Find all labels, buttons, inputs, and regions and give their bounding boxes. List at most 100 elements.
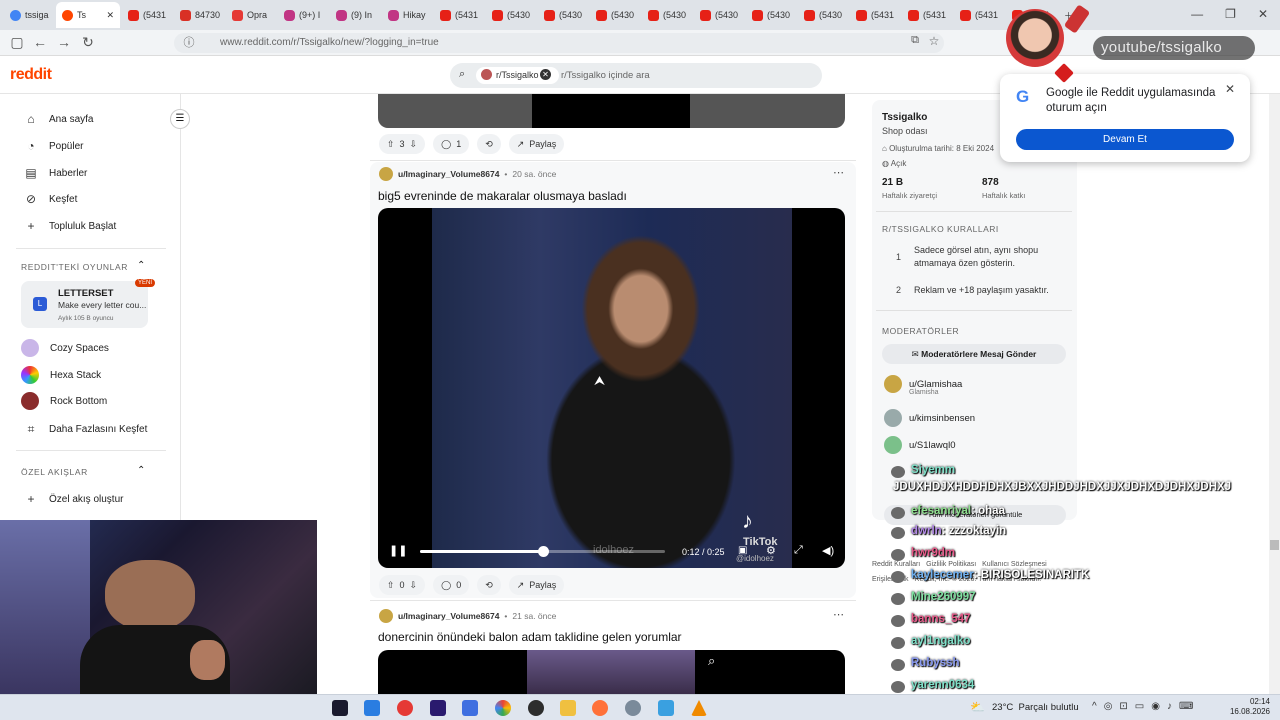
zoom-search-icon[interactable]: ⌕ (708, 653, 715, 669)
maximize-icon[interactable]: ❐ (1225, 7, 1236, 21)
upvote-icon[interactable]: ⇧ (387, 580, 395, 591)
share-button[interactable]: ↗ Paylaş (508, 575, 565, 595)
vote-control[interactable]: ⇧ 0 ⇩ (379, 575, 426, 595)
weather-text[interactable]: 23°C Parçalı bulutlu (992, 702, 1079, 713)
browser-tab[interactable]: (5431 (122, 2, 172, 28)
browser-tab[interactable]: (5430 (590, 2, 640, 28)
collapse-sidebar-icon[interactable]: ☰ (170, 109, 190, 129)
crosspost-button[interactable]: ⟲ (477, 134, 501, 154)
sidebar-item-start-community[interactable]: + Topluluk Başlat (24, 219, 116, 233)
moderator-item[interactable]: u/kimsinbensen (884, 409, 975, 427)
browser-tab[interactable]: Hikay (382, 2, 432, 28)
crosspost-button[interactable]: ⟲ (477, 575, 501, 595)
app-icon[interactable] (462, 700, 478, 716)
sidebar-game-rock-bottom[interactable]: Rock Bottom (21, 392, 107, 410)
bookmark-star-icon[interactable]: ☆ (925, 34, 943, 48)
browser-tab[interactable]: (5430 (538, 2, 588, 28)
sidebar-item-explore[interactable]: ⊘ Keşfet (24, 192, 77, 206)
browser-tab[interactable]: 84730 (174, 2, 224, 28)
chevron-up-icon[interactable]: ⌃ (137, 260, 145, 271)
rule-text[interactable]: Sadece görsel atın, aynı shopu atmamaya … (914, 244, 1054, 270)
create-custom-feed[interactable]: + Özel akış oluştur (24, 492, 123, 506)
browser-tab[interactable]: Ts ✕ (56, 2, 120, 28)
downvote-icon[interactable]: ⇩ (410, 580, 418, 591)
continue-button[interactable]: Devam Et (1016, 129, 1234, 150)
browser-tab[interactable]: (5430 (746, 2, 796, 28)
fullscreen-icon[interactable]: ⤢ (794, 544, 803, 557)
back-icon[interactable]: ← (31, 34, 49, 50)
clear-chip-icon[interactable]: ✕ (540, 69, 551, 80)
sidebar-game-cozy-spaces[interactable]: Cozy Spaces (21, 339, 109, 357)
more-options-icon[interactable]: ⋯ (833, 608, 844, 621)
browser-tab[interactable]: (5431 (850, 2, 900, 28)
sidebar-game-hexa-stack[interactable]: Hexa Stack (21, 366, 101, 384)
app-icon[interactable] (658, 700, 674, 716)
upvote-icon[interactable]: ⇧ (387, 139, 395, 150)
reload-icon[interactable]: ↻ (79, 34, 97, 51)
browser-tab[interactable]: (5430 (798, 2, 848, 28)
post-title[interactable]: donercinin önündeki balon adam taklidine… (378, 630, 682, 644)
share-button[interactable]: ↗ Paylaş (508, 134, 565, 154)
page-scrollbar[interactable] (1269, 94, 1280, 694)
comments-button[interactable]: ◯ 1 (433, 134, 470, 154)
edge-icon[interactable] (364, 700, 380, 716)
pause-icon[interactable]: ❚❚ (389, 544, 407, 557)
post-author[interactable]: u/Imaginary_Volume8674 (398, 169, 499, 179)
post-author[interactable]: u/Imaginary_Volume8674 (398, 611, 499, 621)
sidebar-explore-more-games[interactable]: ⌗ Daha Fazlasını Keşfet (24, 422, 148, 436)
browser-tab[interactable]: (5431 (954, 2, 1004, 28)
rule-text[interactable]: Reklam ve +18 paylaşım yasaktır. (914, 285, 1064, 295)
more-options-icon[interactable]: ⋯ (833, 166, 844, 179)
message-mods-button[interactable]: ✉ Moderatörlere Mesaj Gönder (882, 344, 1066, 364)
comments-button[interactable]: ◯ 0 (433, 575, 470, 595)
search-placeholder[interactable]: r/Tssigalko içinde ara (561, 70, 650, 81)
system-tray-icons[interactable]: ^◎⊡▭◉♪⌨ (1092, 701, 1200, 712)
chevron-up-icon[interactable]: ⌃ (137, 465, 145, 476)
post-title[interactable]: big5 evreninde de makaralar olusmaya bas… (378, 189, 627, 203)
browser-tab[interactable]: (9+) I (278, 2, 328, 28)
file-explorer-icon[interactable] (560, 700, 576, 716)
scrollbar-thumb[interactable] (1270, 540, 1279, 550)
video-progress-track[interactable] (420, 546, 665, 557)
close-tab-icon[interactable]: ✕ (106, 10, 114, 21)
video-progress-handle[interactable] (537, 546, 549, 557)
browser-tab[interactable]: (5431 (434, 2, 484, 28)
clock[interactable]: 02:14 16.08.2026 (1230, 697, 1270, 717)
close-window-icon[interactable]: ✕ (1258, 7, 1268, 21)
moderator-item[interactable]: u/S1lawql0 (884, 436, 955, 454)
sidebar-item-popular[interactable]: ◔ Popüler (24, 139, 83, 153)
browser-tab[interactable]: (5430 (642, 2, 692, 28)
start-icon[interactable] (332, 700, 348, 716)
tab-actions-icon[interactable]: ▢ (8, 34, 26, 51)
downvote-icon[interactable]: ⇩ (410, 139, 418, 150)
captions-icon[interactable]: ▣ (738, 545, 747, 556)
forward-icon[interactable]: → (55, 34, 73, 50)
games-section-header[interactable]: REDDIT'TEKİ OYUNLAR (21, 262, 128, 272)
browser-tab[interactable]: Opra (226, 2, 276, 28)
premiere-icon[interactable] (430, 700, 446, 716)
settings-gear-icon[interactable]: ⚙ (766, 544, 776, 557)
vlc-icon[interactable] (691, 700, 707, 716)
browser-tab[interactable]: (5430 (486, 2, 536, 28)
author-avatar[interactable] (379, 609, 393, 623)
screenshot-icon[interactable]: ⧉ (906, 34, 924, 47)
browser-tab[interactable]: (5431 (902, 2, 952, 28)
browser-tab[interactable]: (5430 (694, 2, 744, 28)
chrome-icon[interactable] (495, 700, 511, 716)
browser-tab[interactable]: (9) In (330, 2, 380, 28)
close-popup-icon[interactable]: ✕ (1225, 82, 1235, 96)
firefox-icon[interactable] (592, 700, 608, 716)
reddit-logo[interactable]: reddit (10, 66, 52, 84)
sidebar-item-home[interactable]: ⌂ Ana sayfa (24, 112, 93, 126)
minimize-icon[interactable]: — (1191, 7, 1203, 21)
vote-control[interactable]: ⇧ 3 ⇩ (379, 134, 426, 154)
url-field[interactable]: www.reddit.com/r/Tssigalko/new/?logging_… (174, 33, 944, 53)
site-info-icon[interactable]: ⓘ (180, 34, 198, 50)
app-icon[interactable] (625, 700, 641, 716)
sidebar-item-news[interactable]: ▤ Haberler (24, 166, 87, 180)
obs-icon[interactable] (528, 700, 544, 716)
browser-tab[interactable]: tssiga (4, 2, 54, 28)
custom-feeds-header[interactable]: ÖZEL AKIŞLAR (21, 467, 88, 477)
opera-icon[interactable] (397, 700, 413, 716)
author-avatar[interactable] (379, 167, 393, 181)
